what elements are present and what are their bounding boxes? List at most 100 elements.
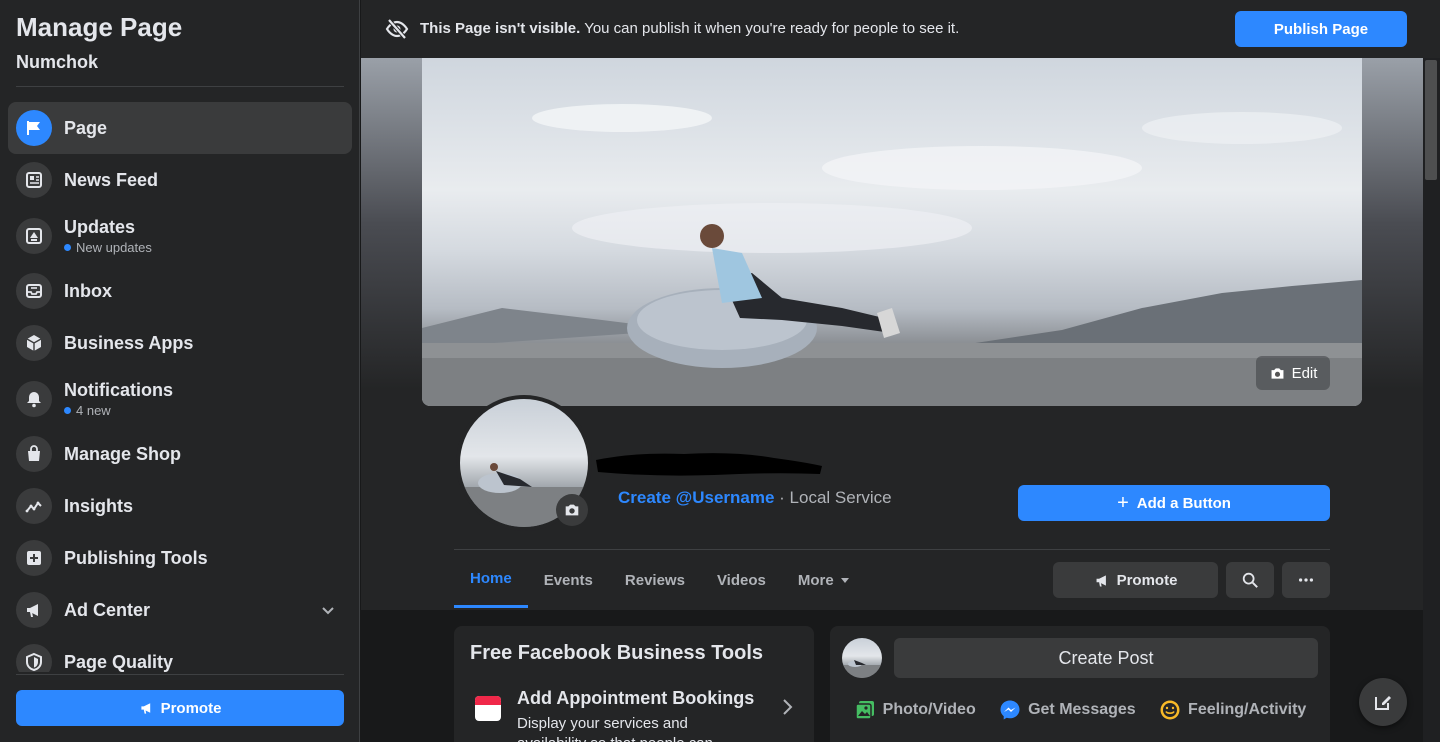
avatar[interactable] [842,638,882,678]
banner-body-text: You can publish it when you're ready for… [580,20,960,37]
new-message-button[interactable] [1359,678,1407,726]
tab-events[interactable]: Events [528,552,609,608]
cover-photo-image [422,104,1362,406]
photo-icon [854,701,874,720]
avatar-image [842,660,882,678]
sidebar-item-manage-shop[interactable]: Manage Shop [8,428,352,480]
feeling-activity-button[interactable]: Feeling/Activity [1159,694,1306,726]
feeling-activity-label: Feeling/Activity [1188,701,1307,718]
page-name[interactable]: Numchok [16,52,98,73]
sidebar-item-label: Inbox [64,280,112,301]
photo-video-label: Photo/Video [882,701,976,718]
add-a-button[interactable]: + Add a Button [1018,485,1330,521]
separator: · [774,488,790,507]
cube-icon [16,325,52,361]
camera-icon [565,504,579,516]
divider [16,674,344,675]
sidebar-item-business-apps[interactable]: Business Apps [8,317,352,369]
news-feed-icon [16,162,52,198]
bell-icon [16,380,52,417]
sidebar-item-meta: New updates [64,240,152,255]
edit-label: Edit [1291,364,1318,382]
get-messages-label: Get Messages [1028,701,1136,718]
sidebar-item-label: News Feed [64,169,159,190]
divider [454,549,1330,550]
tab-home[interactable]: Home [454,552,528,608]
tab-more-label: More [797,571,834,589]
messenger-icon [1000,700,1020,720]
tool-description: Display your services and availability s… [517,715,713,742]
banner-text: This Page isn't visible. You can publish… [420,20,959,37]
promote-label: Promote [160,699,222,717]
insights-icon [16,488,52,524]
smiley-icon [1160,700,1180,720]
sidebar-item-notifications[interactable]: Notifications 4 new [8,369,352,428]
promote-label: Promote [1116,571,1178,589]
cover-photo [422,58,1362,406]
create-post-card: Create Post Photo/Video Get Messages Fee… [830,626,1330,742]
sidebar-item-publishing-tools[interactable]: Publishing Tools [8,532,352,584]
sidebar-item-meta: 4 new [64,403,173,418]
sidebar-item-label: Page [64,117,108,138]
redacted-page-name [596,453,822,476]
chevron-down-icon[interactable] [320,602,336,618]
sidebar-item-news-feed[interactable]: News Feed [8,154,352,206]
megaphone-icon [1096,574,1106,586]
visibility-banner: This Page isn't visible. You can publish… [361,0,1440,58]
more-dots-icon [1298,578,1314,582]
sidebar-promote-button[interactable]: Promote [16,690,344,726]
plus-icon: + [1117,491,1129,514]
sidebar-item-ad-center[interactable]: Ad Center [8,584,352,636]
meta-text: 4 new [76,402,111,418]
compose-icon [1375,696,1391,710]
page-meta-row: Create @Username · Local Service [618,488,892,508]
sidebar-item-label: Notifications [64,379,174,400]
sidebar-item-inbox[interactable]: Inbox [8,265,352,317]
search-icon [1242,572,1258,588]
sidebar-item-label: Page Quality [64,651,174,672]
updates-icon [16,217,52,254]
sidebar-item-label: Updates [64,216,136,237]
camera-icon [1271,367,1284,379]
sidebar-item-label: Ad Center [64,599,151,620]
update-profile-picture-button[interactable] [556,494,588,526]
page-category: Local Service [789,488,892,507]
tab-more[interactable]: More [782,552,866,608]
sidebar-item-label: Business Apps [64,332,194,353]
sidebar-item-page-quality[interactable]: Page Quality [8,636,352,672]
sidebar-item-label: Manage Shop [64,443,182,464]
shield-icon [16,644,52,672]
unread-dot [64,406,71,414]
get-messages-button[interactable]: Get Messages [999,694,1136,726]
more-options-button[interactable] [1282,562,1330,598]
banner-bold-text: This Page isn't visible. [420,20,581,37]
search-button[interactable] [1226,562,1274,598]
edit-cover-button[interactable]: Edit [1256,356,1330,390]
scrollbar-thumb[interactable] [1425,60,1437,180]
card-title: Free Facebook Business Tools [470,642,764,664]
sidebar-title: Manage Page [16,12,183,42]
business-tools-card: Free Facebook Business Tools Add Appoint… [454,626,814,742]
publish-page-button[interactable]: Publish Page [1235,11,1407,47]
publishing-tools-icon [16,540,52,576]
create-post-button[interactable]: Create Post [894,638,1318,678]
sidebar-item-updates[interactable]: Updates New updates [8,206,352,265]
chevron-right-icon[interactable] [780,698,794,716]
sidebar-item-insights[interactable]: Insights [8,480,352,532]
sidebar-item-label: Publishing Tools [64,547,208,568]
promote-button[interactable]: Promote [1053,562,1218,598]
inbox-icon [16,273,52,309]
tab-reviews[interactable]: Reviews [609,552,701,608]
megaphone-icon [16,592,52,628]
create-username-link[interactable]: Create @Username [618,488,774,507]
tool-title[interactable]: Add Appointment Bookings [517,688,754,709]
sidebar-item-page[interactable]: Page [8,102,352,154]
eye-slash-icon [385,18,409,40]
sidebar-nav: Page News Feed Updates New updates Inbox [8,102,352,672]
photo-video-button[interactable]: Photo/Video [854,694,976,726]
post-actions: Photo/Video Get Messages Feeling/Activit… [830,694,1330,726]
page-tabs: Home Events Reviews Videos More [454,552,866,610]
add-button-label: Add a Button [1136,494,1231,512]
sidebar: Manage Page Numchok Page News Feed Updat… [0,0,360,742]
tab-videos[interactable]: Videos [701,552,782,608]
